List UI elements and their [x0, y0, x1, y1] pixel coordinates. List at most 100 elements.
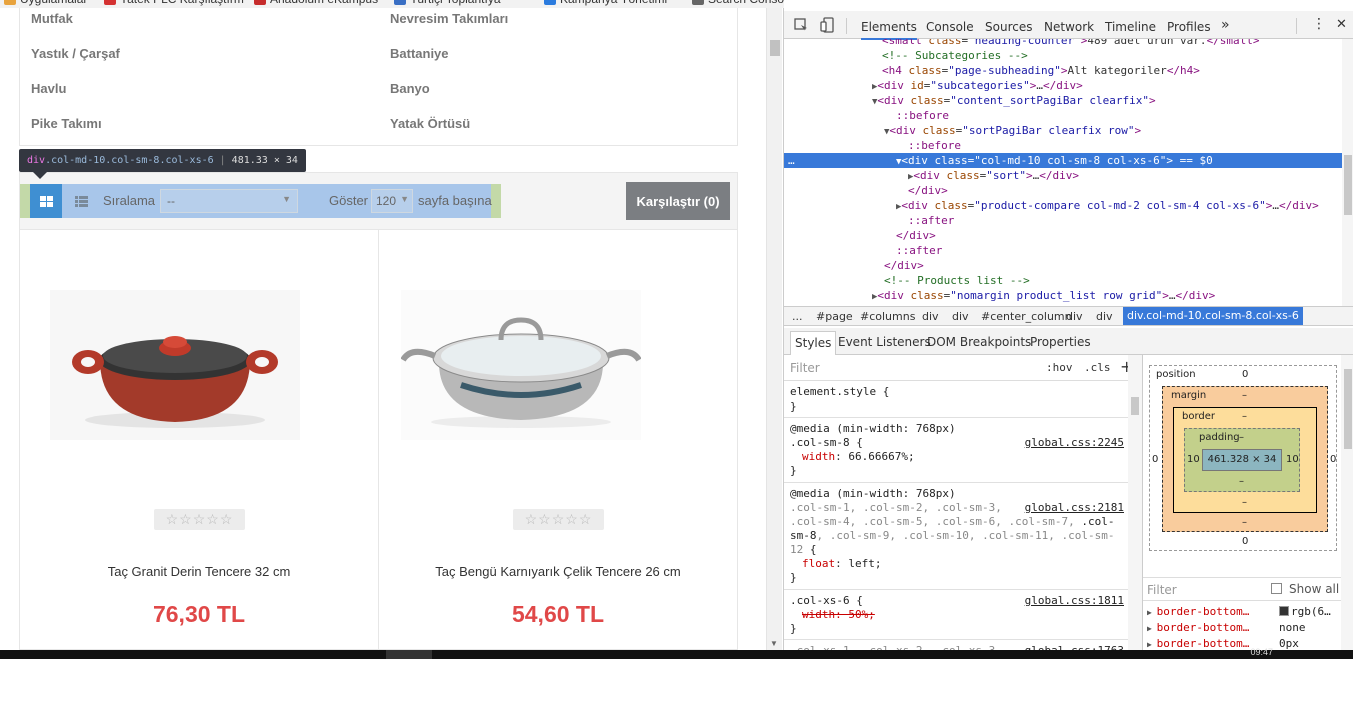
dom-node[interactable]: <h4 class="page-subheading">Alt kategori… [784, 63, 1342, 78]
style-source-link[interactable]: global.css:1811 [1025, 594, 1124, 607]
more-tabs-icon[interactable]: » [1221, 17, 1230, 33]
node-actions-icon[interactable]: … [788, 153, 795, 168]
sort-select[interactable]: -- ▼ [160, 189, 298, 213]
dom-tree-scrollbar[interactable] [1342, 39, 1353, 306]
styles-filter-input[interactable]: Filter [790, 361, 820, 375]
box-padding-label: padding [1199, 432, 1240, 443]
product-card[interactable]: ☆☆☆☆☆ Taç Granit Derin Tencere 32 cm 76,… [19, 230, 379, 650]
hov-toggle[interactable]: :hov [1046, 361, 1073, 374]
computed-property-row[interactable]: ▶ border-bottom… rgb(6… [1147, 605, 1331, 621]
page-scrollbar[interactable]: ▼ [766, 8, 782, 650]
dom-tree: <small class="heading-counter">489 adet … [784, 39, 1344, 306]
computed-scrollbar[interactable] [1341, 355, 1353, 650]
dom-node[interactable]: <small class="heading-counter">489 adet … [784, 39, 1342, 48]
tab-event-listeners[interactable]: Event Listeners [838, 335, 931, 349]
dom-node[interactable]: ::after [784, 213, 1342, 228]
dom-node[interactable]: ::before [784, 138, 1342, 153]
product-name[interactable]: Taç Granit Derin Tencere 32 cm [20, 564, 378, 579]
breadcrumb-item[interactable]: ... [792, 310, 803, 323]
product-name[interactable]: Taç Bengü Karnıyarık Çelik Tencere 26 cm [379, 564, 737, 579]
dom-node-selected[interactable]: ▼<div class="col-md-10 col-sm-8 col-xs-6… [784, 153, 1342, 168]
breadcrumb-item[interactable]: div [922, 310, 939, 323]
dom-node[interactable]: <!-- Subcategories --> [784, 48, 1342, 63]
bookmark-item[interactable]: Uygulamalar [4, 0, 87, 6]
product-image-pot-red[interactable] [50, 290, 300, 440]
kebab-menu-icon[interactable]: ⋮ [1312, 16, 1326, 32]
dom-node[interactable]: <!-- Products list --> [784, 273, 1342, 288]
scrollbar-thumb[interactable] [1131, 397, 1139, 415]
expand-icon[interactable]: ▶ [1147, 608, 1157, 617]
dom-node[interactable]: </div> [784, 228, 1342, 243]
breadcrumb-item[interactable]: div [952, 310, 969, 323]
computed-property-row[interactable]: ▶ border-bottom… 0px [1147, 637, 1299, 650]
tab-sources[interactable]: Sources [985, 20, 1032, 34]
highlight-padding-left [20, 184, 30, 218]
grid-view-button[interactable] [30, 184, 62, 218]
scrollbar-thumb[interactable] [770, 40, 780, 56]
bookmark-item[interactable]: Yurtiçi Toplantıya [394, 0, 501, 6]
subcategory-link[interactable]: Banyo [390, 81, 430, 96]
tab-network[interactable]: Network [1044, 20, 1094, 34]
bookmark-item[interactable]: Yatek PLC Karşılaştırm [104, 0, 244, 6]
show-all-label: Show all [1289, 582, 1340, 596]
breadcrumb-item[interactable]: #page [816, 310, 853, 323]
expand-icon[interactable]: ▶ [1147, 624, 1157, 633]
inspect-element-icon[interactable] [794, 18, 808, 32]
computed-filter-input[interactable]: Filter [1147, 583, 1177, 597]
style-source-link[interactable]: global.css:2245 [1025, 436, 1124, 449]
dom-node[interactable]: ▼<div class="content_sortPagiBar clearfi… [784, 93, 1342, 108]
scrollbar-thumb[interactable] [1344, 155, 1352, 215]
list-view-button[interactable] [65, 184, 97, 218]
dom-node[interactable]: ▶<div id="subcategories">…</div> [784, 78, 1342, 93]
tab-timeline[interactable]: Timeline [1105, 20, 1156, 34]
subcategory-link[interactable]: Havlu [31, 81, 66, 96]
dom-node[interactable]: ::after [784, 243, 1342, 258]
taskbar-app[interactable] [386, 650, 432, 659]
dom-node[interactable]: ▶<div class="product-compare col-md-2 co… [784, 198, 1342, 213]
expand-icon[interactable]: ▶ [1147, 640, 1157, 649]
tab-console[interactable]: Console [926, 20, 974, 34]
computed-property-row[interactable]: ▶ border-bottom… none [1147, 621, 1306, 637]
product-card[interactable]: ☆☆☆☆☆ Taç Bengü Karnıyarık Çelik Tencere… [378, 230, 738, 650]
box-content-size: 461.328 × 34 [1202, 449, 1282, 471]
tab-dom-breakpoints[interactable]: DOM Breakpoints [927, 335, 1031, 349]
scrollbar-thumb[interactable] [1344, 369, 1352, 449]
tab-profiles[interactable]: Profiles [1167, 20, 1211, 34]
box-outer-left: 0 [1152, 454, 1159, 465]
tab-properties[interactable]: Properties [1030, 335, 1091, 349]
product-image-pot-steel[interactable] [401, 290, 641, 440]
breadcrumb-item[interactable]: div [1096, 310, 1113, 323]
subcategory-link[interactable]: Battaniye [390, 46, 449, 61]
device-toolbar-icon[interactable] [820, 17, 836, 33]
color-swatch[interactable] [1279, 606, 1289, 616]
dom-node[interactable]: </div> [784, 258, 1342, 273]
scroll-down-icon[interactable]: ▼ [770, 639, 778, 648]
subcategory-link[interactable]: Pike Takımı [31, 116, 102, 131]
tab-styles[interactable]: Styles [790, 331, 837, 355]
dom-node[interactable]: ▼<div class="sortPagiBar clearfix row"> [784, 123, 1342, 138]
bookmark-item[interactable]: Kampanya Yönetimi [544, 0, 667, 6]
breadcrumb-item[interactable]: #columns [860, 310, 915, 323]
style-source-link[interactable]: global.css:2181 [1025, 501, 1124, 514]
tab-elements[interactable]: Elements [861, 20, 917, 40]
breadcrumb-item[interactable]: #center_column [981, 310, 1072, 323]
dom-node[interactable]: ▶<div class="nomargin product_list row g… [784, 288, 1342, 303]
dom-node[interactable]: ▶<div class="sort">…</div> [784, 168, 1342, 183]
subcategory-link[interactable]: Mutfak [31, 11, 73, 26]
breadcrumb-item[interactable]: div [1066, 310, 1083, 323]
close-icon[interactable]: ✕ [1336, 17, 1347, 32]
subcategory-link[interactable]: Yatak Örtüsü [390, 116, 470, 131]
bookmark-item[interactable]: Anadolum eKampus [254, 0, 378, 6]
breadcrumb-active[interactable]: div.col-md-10.col-sm-8.col-xs-6 [1123, 307, 1303, 325]
subcategory-link[interactable]: Yastık / Çarşaf [31, 46, 120, 61]
bookmark-item[interactable]: Search Console - Ana [692, 0, 784, 6]
show-all-checkbox[interactable] [1271, 583, 1282, 594]
compare-button[interactable]: Karşılaştır (0) [626, 182, 730, 220]
per-page-select[interactable]: 120 ▼ [371, 189, 413, 213]
box-border-bottom: – [1242, 497, 1247, 508]
subcategory-link[interactable]: Nevresim Takımları [390, 11, 508, 26]
dom-node[interactable]: ::before [784, 108, 1342, 123]
cls-toggle[interactable]: .cls [1084, 361, 1111, 374]
dom-node[interactable]: </div> [784, 183, 1342, 198]
styles-scrollbar[interactable] [1128, 355, 1142, 650]
